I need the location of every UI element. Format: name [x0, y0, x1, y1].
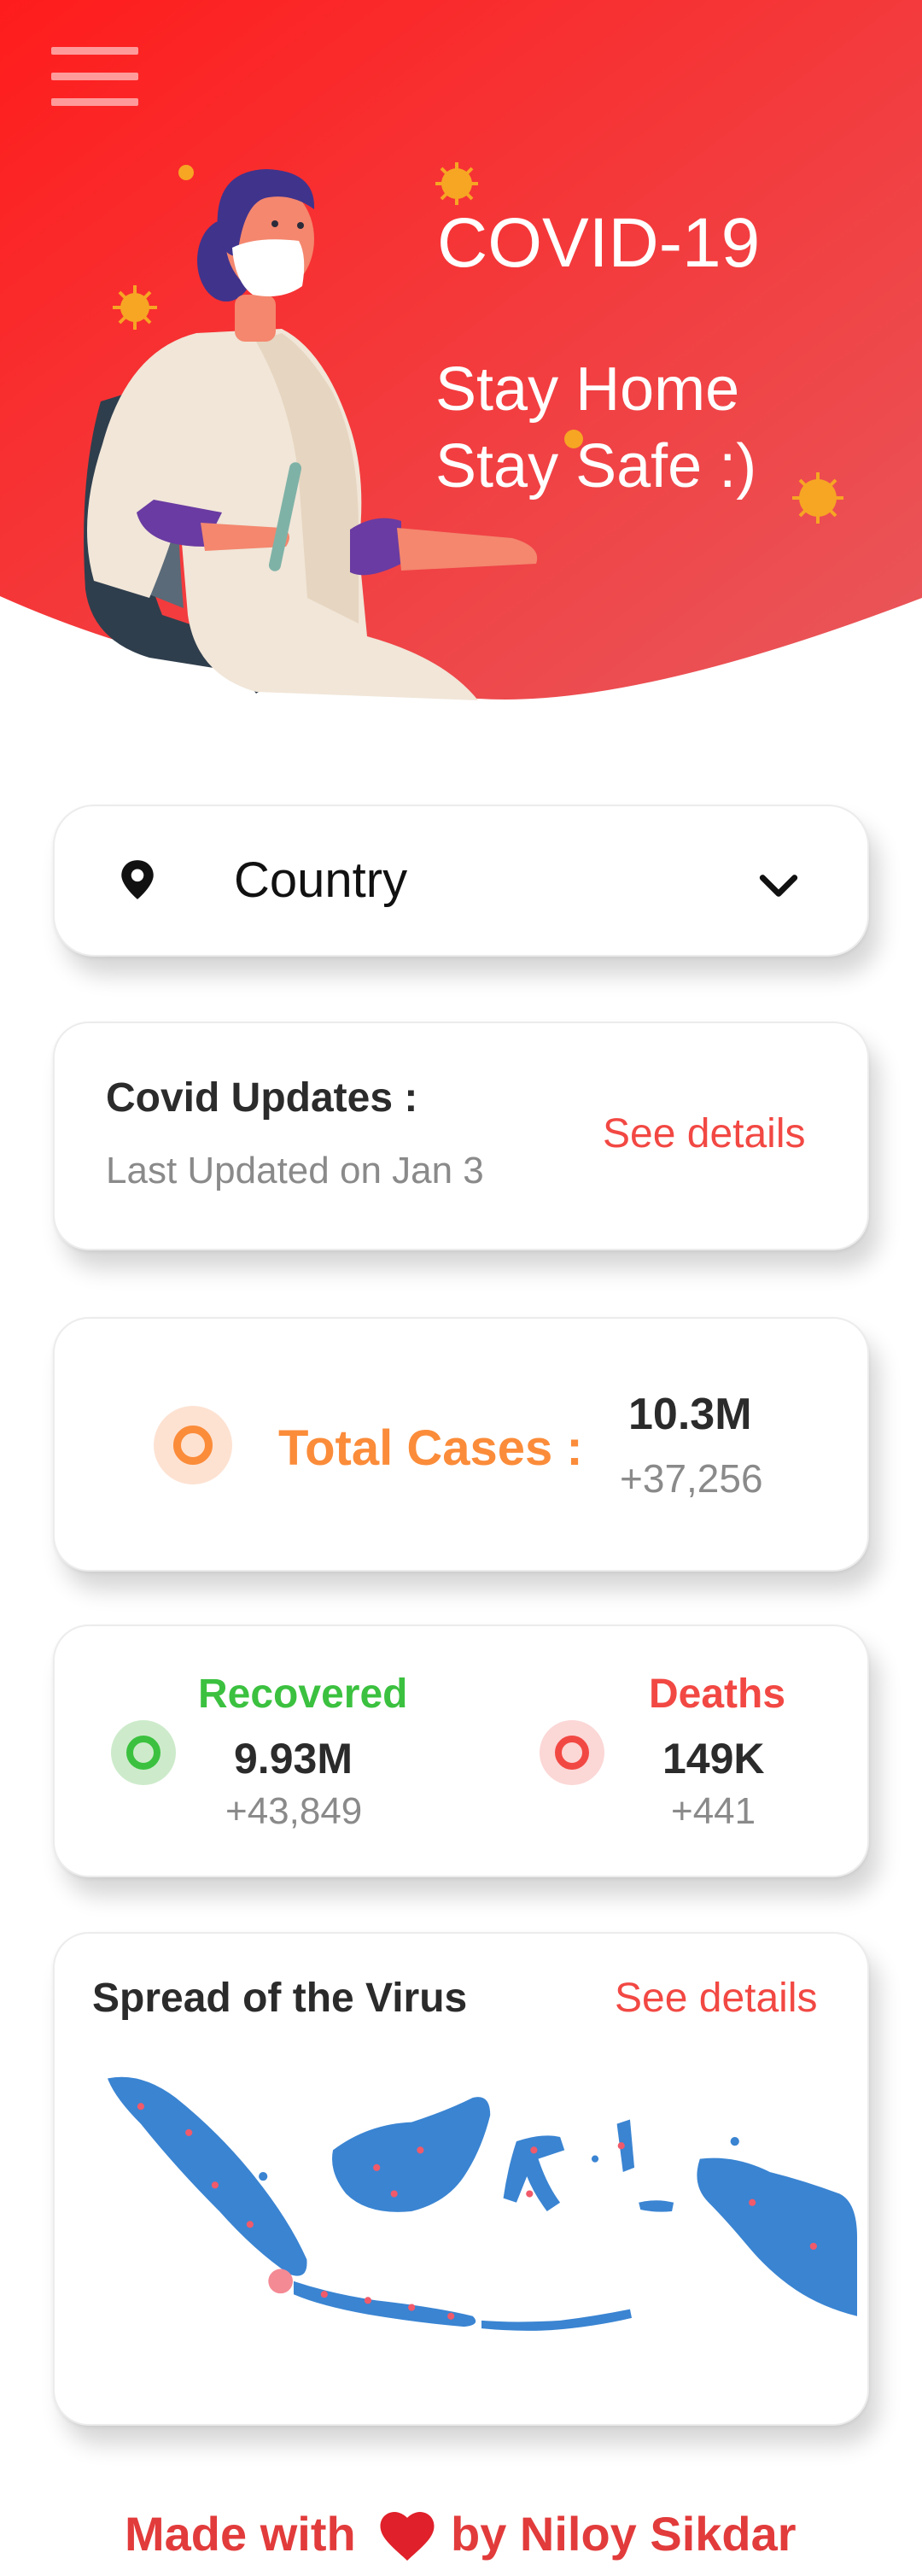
deaths-value: 149K	[662, 1735, 765, 1783]
recovered-indicator-icon	[111, 1720, 176, 1785]
chevron-down-icon[interactable]	[755, 862, 802, 910]
last-updated-text: Last Updated on Jan 3	[106, 1150, 484, 1191]
page-title: COVID-19	[437, 204, 761, 282]
total-cases-value: 10.3M	[628, 1390, 752, 1439]
recovered-deaths-card: Recovered 9.93M +43,849 Deaths 149K +441	[53, 1625, 869, 1877]
recovered-value: 9.93M	[234, 1735, 353, 1783]
deaths-delta: +441	[671, 1790, 756, 1832]
location-pin-icon	[121, 860, 154, 899]
spread-map[interactable]	[106, 2070, 857, 2352]
hero-subtitle-line2: Stay Safe :)	[435, 432, 757, 501]
total-cases-card: Total Cases : 10.3M +37,256	[53, 1317, 869, 1572]
deaths-label: Deaths	[649, 1671, 786, 1717]
spread-see-details-link[interactable]: See details	[615, 1975, 818, 2022]
updates-title: Covid Updates :	[106, 1075, 418, 1121]
updates-see-details-link[interactable]: See details	[603, 1110, 806, 1157]
footer-text-after: by Niloy Sikdar	[451, 2507, 797, 2561]
total-cases-label: Total Cases :	[278, 1420, 583, 1476]
menu-button[interactable]	[51, 47, 142, 108]
spread-card: Spread of the Virus See details	[53, 1932, 869, 2426]
country-select-label: Country	[234, 852, 408, 908]
recovered-delta: +43,849	[225, 1790, 363, 1832]
total-cases-delta: +37,256	[620, 1456, 763, 1501]
hero-subtitle-line1: Stay Home	[435, 355, 740, 424]
spread-title: Spread of the Virus	[92, 1976, 468, 2021]
heart-icon	[380, 2512, 435, 2561]
country-select[interactable]: Country	[53, 805, 869, 957]
recovered-label: Recovered	[198, 1671, 408, 1717]
deaths-indicator-icon	[540, 1720, 604, 1785]
covid-updates-card: Covid Updates : Last Updated on Jan 3 Se…	[53, 1022, 869, 1250]
footer-text-before: Made with	[125, 2507, 356, 2561]
total-cases-indicator-icon	[154, 1406, 232, 1484]
